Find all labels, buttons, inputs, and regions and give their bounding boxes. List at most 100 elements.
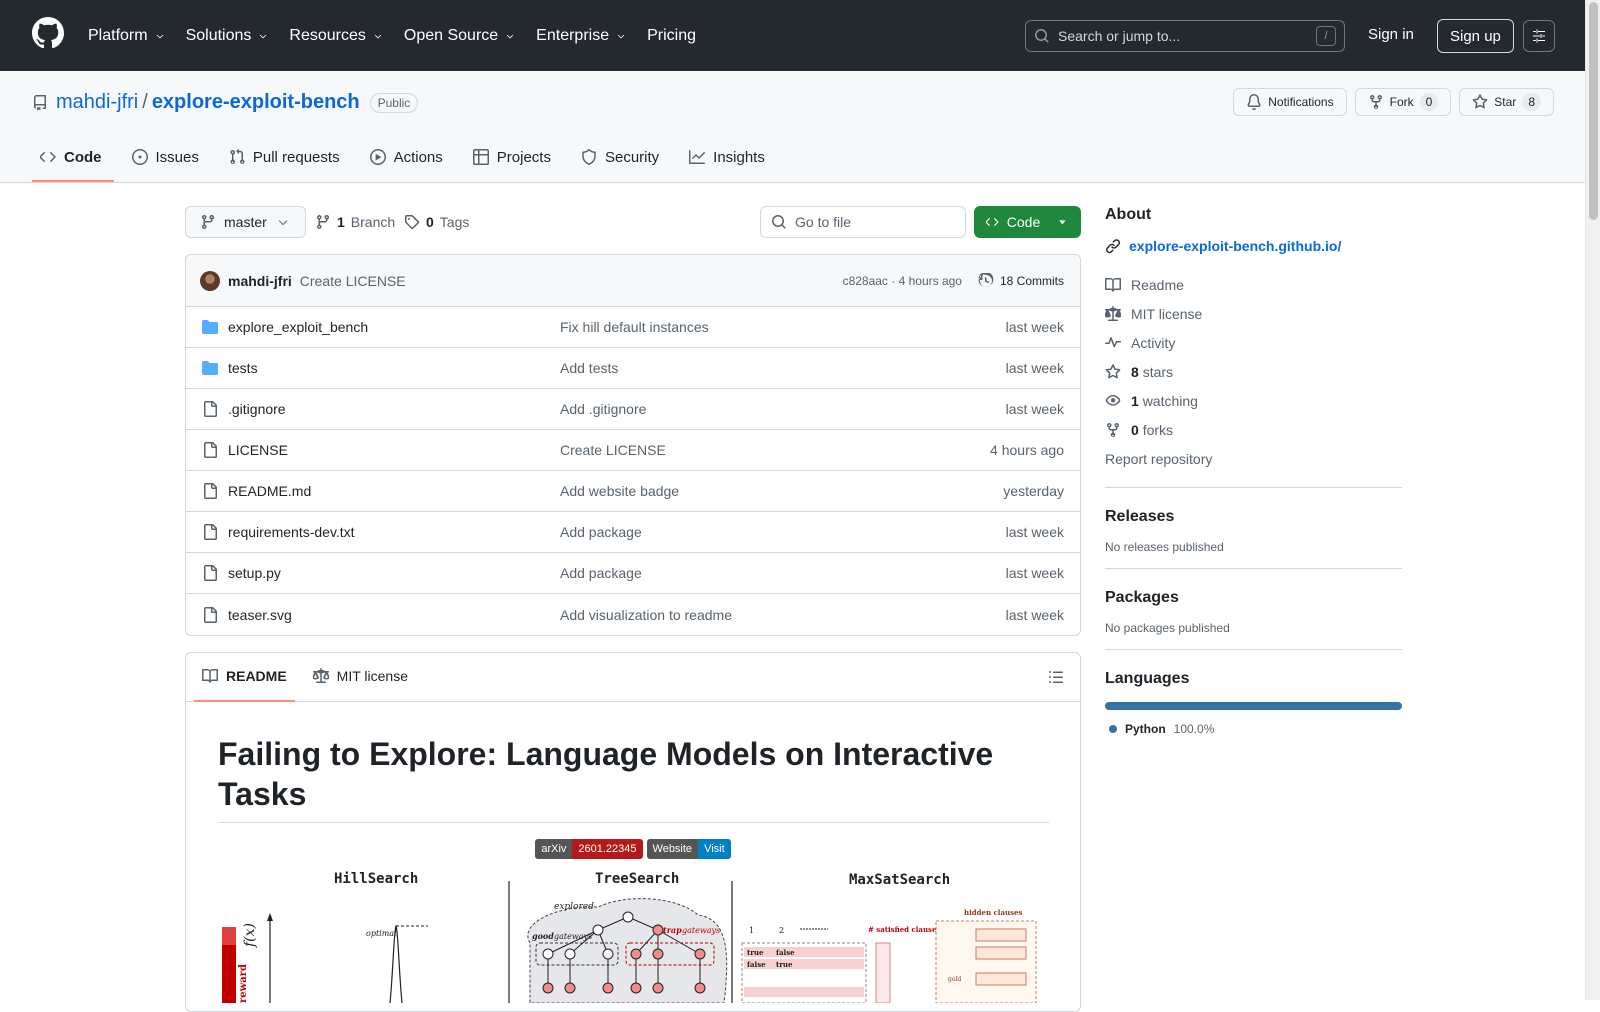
website-badge-left: Website (646, 839, 699, 859)
branches-link[interactable]: 1 Branch (315, 214, 395, 230)
file-commit-link[interactable]: Add package (560, 524, 1006, 540)
file-commit-link[interactable]: Fix hill default instances (560, 319, 1006, 335)
commit-hash-time[interactable]: c828aac · 4 hours ago (843, 274, 962, 288)
file-row[interactable]: LICENSE Create LICENSE 4 hours ago (186, 430, 1080, 471)
sign-up-button[interactable]: Sign up (1437, 19, 1514, 53)
releases-heading[interactable]: Releases (1105, 508, 1402, 526)
commits-history-link[interactable]: 18 Commits (978, 272, 1064, 289)
top-nav-pricing[interactable]: Pricing (647, 27, 696, 45)
file-icon (204, 524, 217, 540)
file-row[interactable]: setup.py Add package last week (186, 553, 1080, 594)
fx-axis-label: f(x) (242, 923, 258, 948)
file-row[interactable]: teaser.svg Add visualization to readme las… (186, 594, 1080, 635)
file-name-link[interactable]: explore_exploit_bench (228, 319, 560, 335)
file-row[interactable]: tests Add tests last week (186, 348, 1080, 389)
file-commit-link[interactable]: Add website badge (560, 483, 1003, 499)
top-nav-resources[interactable]: Resources (289, 27, 383, 45)
file-name-link[interactable]: teaser.svg (228, 607, 560, 623)
top-nav-enterprise[interactable]: Enterprise (536, 27, 627, 45)
tab-issues[interactable]: Issues (124, 134, 211, 182)
file-commit-link[interactable]: Add package (560, 565, 1006, 581)
file-name-link[interactable]: setup.py (228, 565, 560, 581)
about-item-forks[interactable]: 0 forks (1105, 415, 1402, 444)
tags-link[interactable]: 0 Tags (404, 214, 469, 230)
avatar[interactable] (200, 270, 220, 291)
file-name-link[interactable]: tests (228, 360, 560, 376)
chevron-down-icon (617, 34, 625, 38)
repo-name-link[interactable]: explore-exploit-bench (152, 91, 360, 114)
website-link[interactable]: explore-exploit-bench.github.io/ (1105, 238, 1402, 254)
file-commit-link[interactable]: Add visualization to readme (560, 607, 1006, 623)
global-search-input[interactable]: Search or jump to... / (1025, 20, 1345, 52)
file-icon-wrap (202, 401, 218, 417)
tab-security[interactable]: Security (573, 134, 671, 182)
about-item-activity[interactable]: Activity (1105, 328, 1402, 357)
language-item-python[interactable]: Python 100.0% (1105, 722, 1402, 736)
file-name-link[interactable]: README.md (228, 483, 560, 499)
file-row[interactable]: README.md Add website badge yesterday (186, 471, 1080, 512)
tab-license[interactable]: MIT license (305, 653, 416, 702)
file-commit-link[interactable]: Add .gitignore (560, 401, 1006, 417)
branch-name: master (224, 214, 267, 230)
notifications-button[interactable]: Notifications (1233, 88, 1347, 116)
commit-author-link[interactable]: mahdi-jfri (228, 273, 292, 289)
top-nav-label: Pricing (647, 26, 696, 44)
about-item-label: Activity (1131, 334, 1176, 351)
divider (1105, 487, 1402, 488)
report-repository-link[interactable]: Report repository (1105, 444, 1402, 473)
about-item-readme[interactable]: Readme (1105, 270, 1402, 299)
commit-message-link[interactable]: Create LICENSE (300, 273, 843, 289)
about-item-stars[interactable]: 8 stars (1105, 357, 1402, 386)
tab-pull-requests[interactable]: Pull requests (221, 134, 352, 182)
chevron-down-icon (156, 34, 163, 38)
file-name-link[interactable]: LICENSE (228, 442, 560, 458)
file-time: last week (1005, 401, 1064, 417)
sign-in-link[interactable]: Sign in (1368, 26, 1414, 43)
packages-heading[interactable]: Packages (1105, 589, 1402, 607)
github-logo-icon[interactable] (32, 17, 64, 49)
outline-list-icon[interactable] (1048, 669, 1064, 685)
about-item-text: MIT license (1131, 306, 1202, 322)
about-item-mit-license[interactable]: MIT license (1105, 299, 1402, 328)
languages-heading: Languages (1105, 670, 1190, 687)
top-nav-platform[interactable]: Platform (88, 27, 166, 45)
top-nav-solutions[interactable]: Solutions (186, 27, 270, 45)
about-item-watching[interactable]: 1 watching (1105, 386, 1402, 415)
file-name-link[interactable]: requirements-dev.txt (228, 524, 560, 540)
tab-projects[interactable]: Projects (465, 134, 563, 182)
repo-owner-link[interactable]: mahdi-jfri (56, 91, 138, 114)
tab-insights[interactable]: Insights (681, 134, 777, 182)
tab-readme[interactable]: README (194, 653, 295, 702)
arxiv-badge[interactable]: arXiv 2601.22345 (535, 839, 643, 859)
tab-license-label: MIT license (336, 668, 408, 684)
file-row[interactable]: .gitignore Add .gitignore last week (186, 389, 1080, 430)
file-row[interactable]: explore_exploit_bench Fix hill default in… (186, 307, 1080, 348)
file-row[interactable]: requirements-dev.txt Add package last week (186, 512, 1080, 553)
about-item-text: 1 watching (1131, 393, 1198, 409)
tab-actions[interactable]: Actions (362, 134, 455, 182)
file-name-link[interactable]: .gitignore (228, 401, 560, 417)
fork-button[interactable]: Fork 0 (1354, 88, 1452, 116)
file-commit-link[interactable]: Add tests (560, 360, 1006, 376)
branch-selector[interactable]: master (185, 206, 306, 238)
code-download-button[interactable]: Code (974, 206, 1081, 238)
settings-menu-button[interactable] (1523, 20, 1555, 52)
go-to-file-input[interactable]: Go to file (760, 206, 966, 238)
about-item-text: 0 forks (1131, 422, 1173, 438)
language-bar (1105, 702, 1402, 710)
file-navigation: master 1 Branch 0 Tags Go to file Code (185, 206, 1081, 238)
website-url: explore-exploit-bench.github.io/ (1129, 238, 1342, 254)
visibility-badge: Public (369, 92, 419, 113)
search-icon (772, 215, 786, 229)
website-badge[interactable]: Website Visit (646, 839, 731, 859)
file-commit-link[interactable]: Create LICENSE (560, 442, 990, 458)
tab-code[interactable]: Code (32, 134, 114, 182)
star-button[interactable]: Star 8 (1459, 88, 1554, 116)
scrollbar-thumb[interactable] (1589, 2, 1598, 220)
page-scrollbar[interactable] (1585, 0, 1600, 1000)
teaser-figure: HillSearch TreeSearch MaxSatSearch f(x) … (218, 863, 1049, 1003)
top-nav-open-source[interactable]: Open Source (404, 27, 516, 45)
about-heading: About (1105, 206, 1152, 223)
issue-icon (131, 149, 148, 165)
file-icon (204, 565, 217, 581)
